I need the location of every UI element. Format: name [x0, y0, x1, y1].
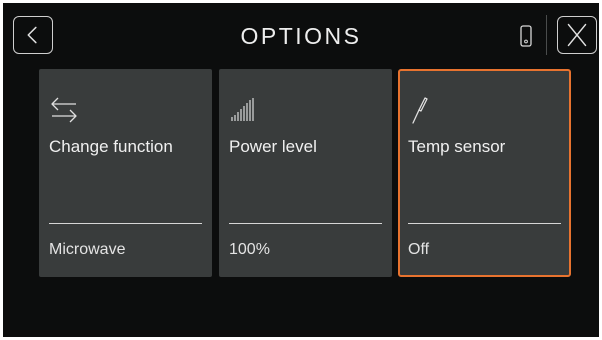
power-bars-icon [229, 95, 259, 125]
card-value: 100% [229, 241, 270, 258]
screen: OPTIONS Change function Microwave Power … [3, 3, 599, 337]
close-icon [567, 23, 587, 47]
temp-probe-icon [408, 95, 438, 125]
temp-sensor-card[interactable]: Temp sensor Off [398, 69, 571, 277]
header-divider [546, 15, 547, 55]
phone-icon[interactable] [520, 25, 532, 47]
swap-arrows-icon [49, 95, 79, 125]
change-function-card[interactable]: Change function Microwave [39, 69, 212, 277]
close-button[interactable] [557, 16, 597, 54]
card-label: Change function [49, 137, 173, 156]
card-label: Power level [229, 137, 317, 156]
page-title: OPTIONS [240, 23, 362, 49]
card-label: Temp sensor [408, 137, 506, 156]
card-value: Off [408, 241, 430, 258]
card-divider [229, 223, 382, 224]
power-level-card[interactable]: Power level 100% [219, 69, 392, 277]
card-divider [49, 223, 202, 224]
card-divider [408, 223, 561, 224]
card-value: Microwave [49, 241, 126, 258]
